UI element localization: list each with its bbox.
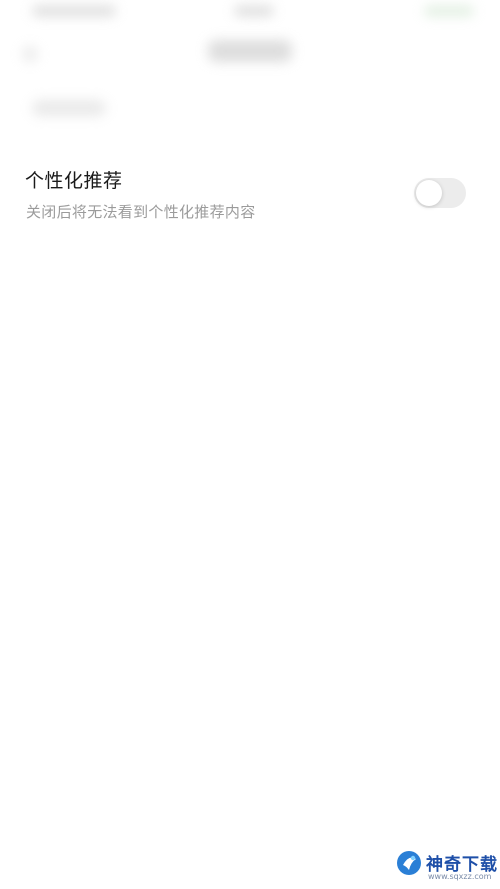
- personalized-recommendation-toggle[interactable]: [414, 178, 466, 208]
- setting-description: 关闭后将无法看到个性化推荐内容: [26, 203, 256, 221]
- watermark-url: www.sqxzz.com: [428, 872, 492, 881]
- back-icon[interactable]: [22, 46, 38, 62]
- section-header-blurred: [32, 100, 106, 116]
- setting-row-personalized-recommendation: 个性化推荐 关闭后将无法看到个性化推荐内容: [0, 160, 500, 230]
- watermark-logo: 神奇下载 www.sqxzz.com: [396, 848, 497, 884]
- status-time-blurred: [234, 6, 274, 16]
- status-carrier-blurred: [32, 6, 116, 16]
- setting-title: 个性化推荐: [25, 170, 123, 192]
- page-title-blurred: [208, 40, 292, 62]
- download-logo-icon: [397, 851, 421, 875]
- status-battery-blurred: [424, 6, 474, 16]
- section-header: [0, 90, 500, 130]
- status-bar: [0, 0, 500, 28]
- toggle-knob: [416, 180, 442, 206]
- nav-bar: [0, 28, 500, 78]
